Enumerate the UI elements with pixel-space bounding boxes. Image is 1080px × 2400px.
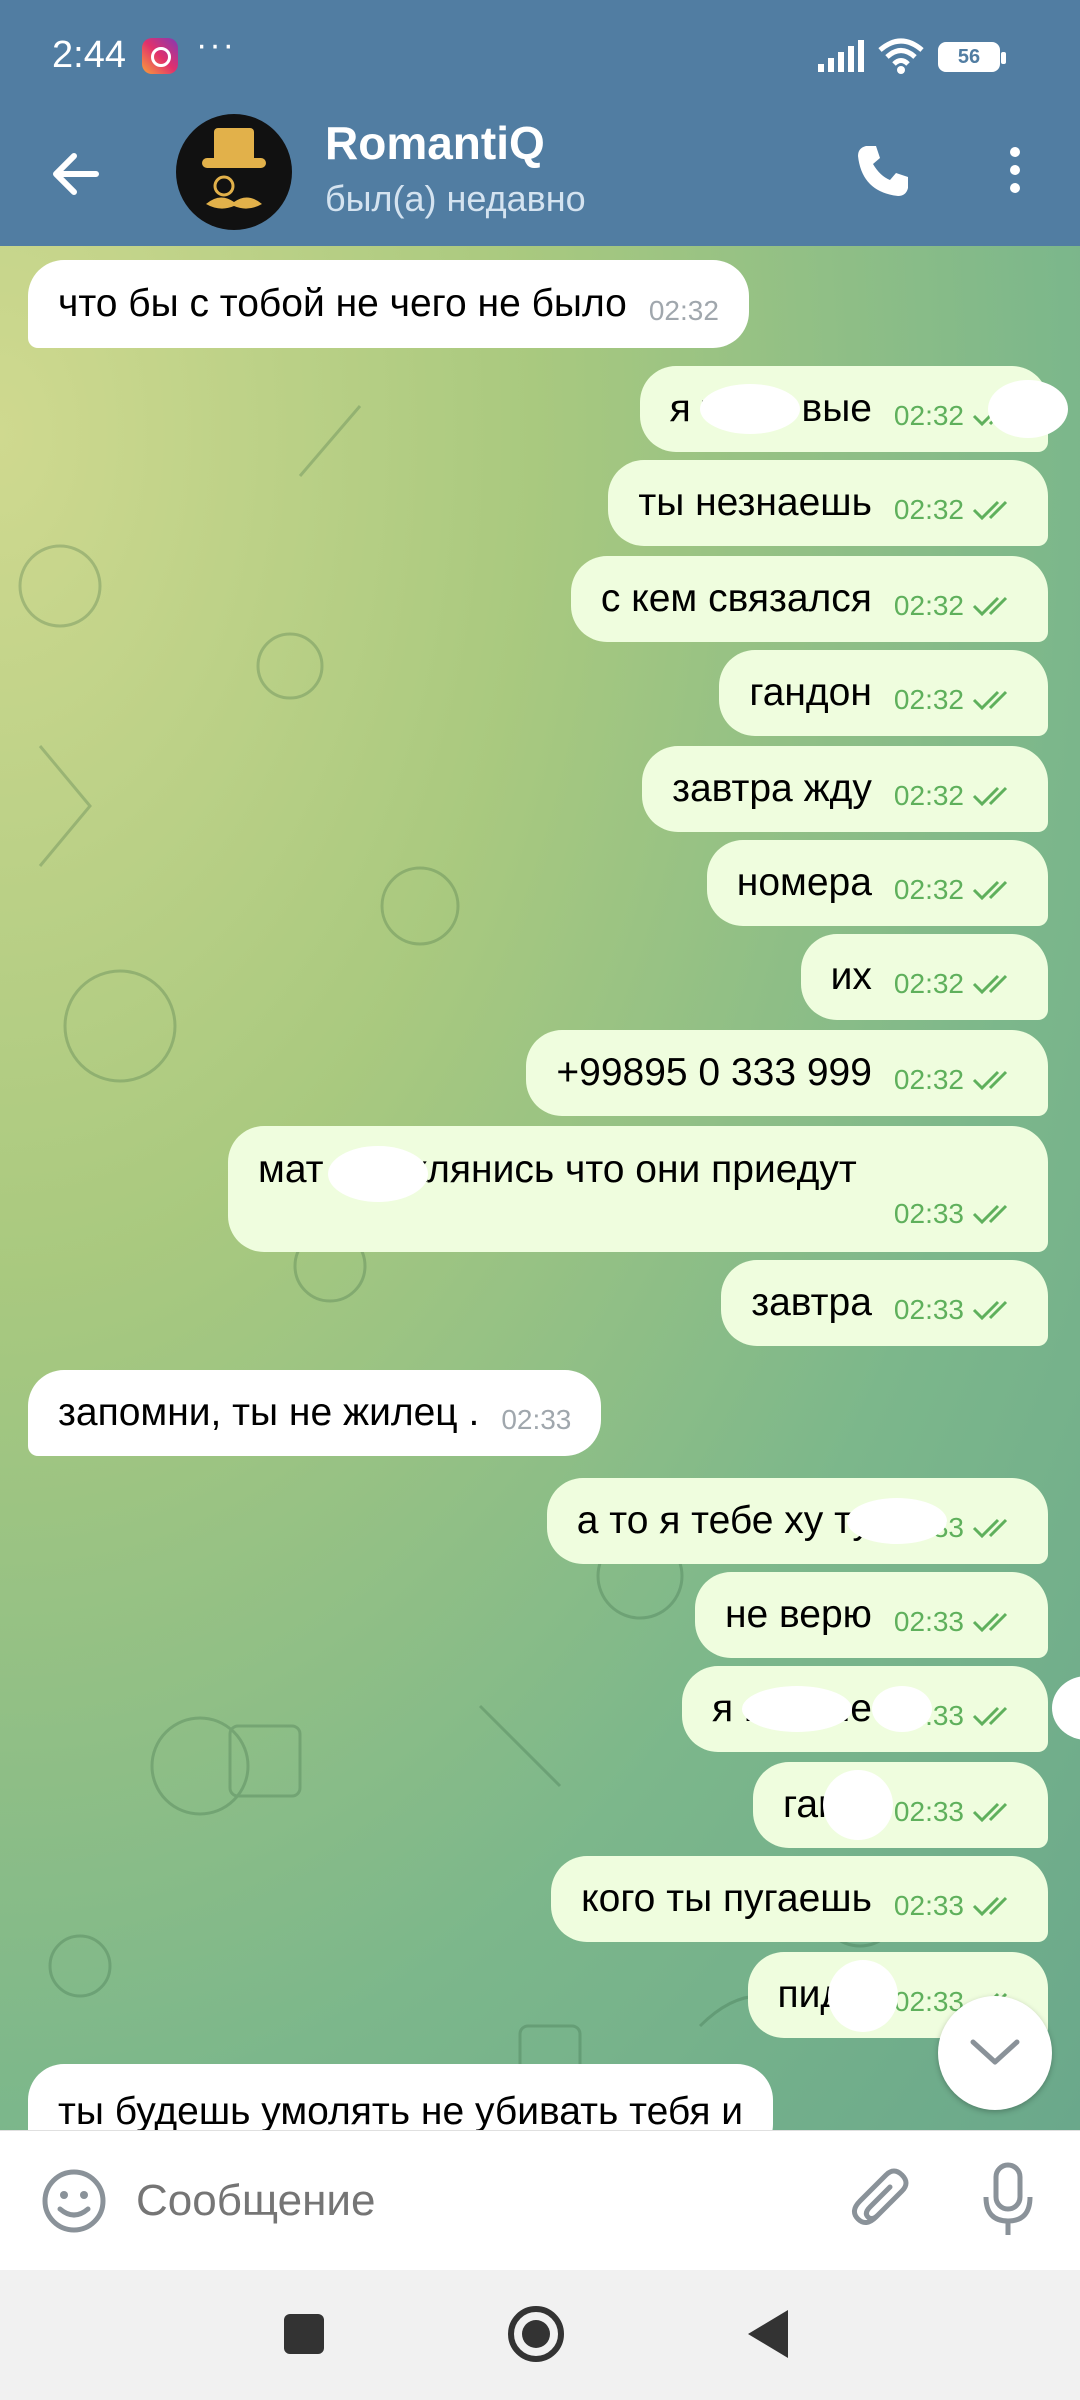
message-text: +99895 0 333 999 — [556, 1051, 872, 1094]
wifi-icon — [878, 38, 924, 74]
message-time: 02:32 — [893, 590, 964, 621]
message-time: 02:32 — [893, 780, 964, 811]
attach-icon[interactable] — [846, 2165, 916, 2237]
redaction-mark — [987, 380, 1068, 438]
message-time: 02:33 — [893, 1890, 964, 1921]
message-text: завтра — [751, 1281, 872, 1324]
message-outgoing[interactable]: я му вые 02:33 — [681, 1666, 1080, 1752]
battery-icon: 56 — [938, 42, 1006, 72]
read-checks-icon — [972, 1612, 1008, 1633]
redaction-mark — [871, 1686, 932, 1732]
mic-icon[interactable] — [980, 2161, 1036, 2239]
message-outgoing[interactable]: гандон 02:32 — [719, 650, 1048, 736]
message-time: 02:33 — [893, 1198, 964, 1229]
chevron-down-icon — [970, 2039, 1020, 2065]
redaction-mark — [846, 1498, 947, 1544]
message-time: 02:32 — [893, 400, 964, 431]
chat-header: RomantiQ был(а) недавно — [0, 110, 1080, 246]
message-text: ты незнаешь — [638, 481, 872, 524]
message-outgoing[interactable]: завтра жду 02:32 — [642, 746, 1048, 832]
message-time: 02:32 — [648, 295, 719, 326]
message-text: их — [830, 955, 872, 998]
home-button[interactable] — [508, 2306, 564, 2362]
message-time: 02:32 — [893, 968, 964, 999]
message-outgoing[interactable]: с кем связался 02:32 — [570, 556, 1048, 642]
message-outgoing[interactable]: ган н 02:33 — [752, 1762, 1048, 1848]
message-text: не верю — [724, 1593, 872, 1636]
redaction-mark — [827, 1960, 898, 2032]
message-outgoing[interactable]: их 02:32 — [800, 934, 1048, 1020]
message-text: что бы с тобой не чего не было — [58, 282, 627, 325]
message-outgoing[interactable]: кого ты пугаешь 02:33 — [551, 1856, 1048, 1942]
read-checks-icon — [972, 596, 1008, 617]
last-seen-status: был(а) недавно — [325, 178, 586, 219]
status-time: 2:44 — [52, 34, 126, 76]
more-vert-icon[interactable] — [1000, 140, 1030, 200]
chat-title[interactable]: RomantiQ — [325, 116, 545, 170]
read-checks-icon — [972, 1300, 1008, 1321]
read-checks-icon — [972, 1896, 1008, 1917]
read-checks-icon — [972, 974, 1008, 995]
redaction-mark — [699, 384, 800, 434]
message-outgoing[interactable]: +99895 0 333 999 02:32 — [526, 1030, 1048, 1116]
read-checks-icon — [972, 880, 1008, 901]
message-composer — [0, 2130, 1080, 2270]
avatar[interactable] — [176, 114, 292, 230]
message-incoming[interactable]: что бы с тобой не чего не было 02:32 — [28, 260, 749, 348]
redaction-mark — [741, 1686, 852, 1732]
message-outgoing[interactable]: номера 02:32 — [706, 840, 1048, 926]
read-checks-icon — [972, 786, 1008, 807]
message-time: 02:32 — [893, 874, 964, 905]
read-checks-icon — [972, 500, 1008, 521]
message-text: гандон — [749, 671, 872, 714]
message-outgoing[interactable]: а то я тебе ху ту 02:33 — [546, 1478, 1048, 1564]
message-time: 02:32 — [893, 494, 964, 525]
chat-area[interactable]: что бы с тобой не чего не было 02:32 я т… — [0, 246, 1080, 2130]
read-checks-icon — [972, 1518, 1008, 1539]
system-nav-bar — [0, 2270, 1080, 2400]
message-incoming[interactable]: запомни, ты не жилец . 02:33 — [28, 1370, 602, 1456]
read-checks-icon — [972, 1070, 1008, 1091]
read-checks-icon — [972, 690, 1008, 711]
signal-icon — [818, 40, 864, 72]
message-outgoing[interactable]: не верю 02:33 — [694, 1572, 1048, 1658]
instagram-icon — [142, 38, 178, 74]
message-incoming[interactable]: ты будешь умолять не убивать тебя и — [28, 2064, 774, 2130]
message-time: 02:33 — [893, 1796, 964, 1827]
phone-icon[interactable] — [852, 140, 912, 200]
message-input[interactable] — [136, 2163, 796, 2239]
emoji-icon[interactable] — [40, 2167, 108, 2235]
message-text: кого ты пугаешь — [581, 1877, 872, 1920]
top-hat-mustache-icon — [202, 128, 266, 209]
back-arrow-icon[interactable] — [44, 142, 108, 206]
redaction-mark — [822, 1770, 893, 1840]
recents-button[interactable] — [284, 2314, 324, 2354]
message-outgoing[interactable]: ты незнаешь 02:32 — [608, 460, 1048, 546]
message-text: завтра жду — [672, 767, 872, 810]
message-time: 02:32 — [893, 1064, 964, 1095]
message-time: 02:32 — [893, 684, 964, 715]
message-text: запомни, ты не жилец . — [58, 1391, 480, 1434]
message-outgoing[interactable]: я твою вые 02:32 — [639, 366, 1068, 452]
message-text: ты будешь умолять не убивать тебя и — [58, 2090, 744, 2130]
message-text: а то я тебе ху ту — [576, 1499, 872, 1542]
scroll-down-button[interactable] — [938, 1996, 1052, 2110]
message-time: 02:33 — [893, 1606, 964, 1637]
status-bar: 2:44 ··· 56 — [0, 0, 1080, 110]
redaction-mark — [328, 1146, 428, 1202]
message-text: номера — [736, 861, 872, 904]
message-time: 02:33 — [893, 1294, 964, 1325]
more-notifications-icon: ··· — [196, 26, 236, 64]
message-outgoing[interactable]: мат о поклянись что они приедут 02:33 — [228, 1126, 1048, 1252]
read-checks-icon — [972, 1706, 1008, 1727]
message-text: с кем связался — [600, 577, 872, 620]
message-time: 02:33 — [501, 1404, 572, 1435]
message-outgoing[interactable]: завтра 02:33 — [721, 1260, 1048, 1346]
back-button[interactable] — [748, 2310, 788, 2358]
read-checks-icon — [972, 1204, 1008, 1225]
read-checks-icon — [972, 1802, 1008, 1823]
